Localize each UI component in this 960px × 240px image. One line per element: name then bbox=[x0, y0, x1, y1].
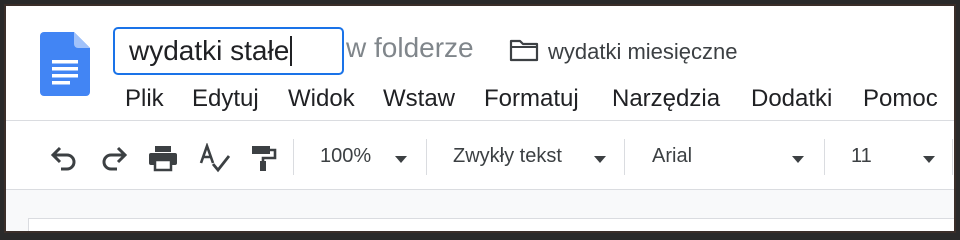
folder-name-link[interactable]: wydatki miesięczne bbox=[548, 39, 738, 65]
toolbar: 100% Zwykły tekst Arial 11 bbox=[6, 121, 954, 189]
menu-view[interactable]: Widok bbox=[288, 85, 355, 113]
redo-icon[interactable] bbox=[98, 143, 132, 173]
paint-format-icon[interactable] bbox=[246, 143, 280, 173]
paragraph-style-select[interactable]: Zwykły tekst bbox=[453, 145, 562, 168]
menu-insert[interactable]: Wstaw bbox=[383, 85, 455, 113]
font-size-select[interactable]: 11 bbox=[851, 145, 872, 168]
font-size-dropdown-icon[interactable] bbox=[923, 156, 935, 163]
app-window: wydatki stałe w folderze wydatki miesięc… bbox=[4, 4, 956, 233]
menu-help[interactable]: Pomoc bbox=[863, 85, 938, 113]
document-canvas bbox=[6, 190, 954, 231]
zoom-select[interactable]: 100% bbox=[320, 145, 371, 168]
folder-hint-label: w folderze bbox=[346, 32, 474, 63]
google-docs-icon[interactable] bbox=[40, 32, 90, 96]
toolbar-separator bbox=[426, 139, 427, 175]
toolbar-separator bbox=[293, 139, 294, 175]
toolbar-separator bbox=[624, 139, 625, 175]
menu-file[interactable]: Plik bbox=[125, 85, 164, 113]
document-title-input[interactable]: wydatki stałe bbox=[113, 27, 344, 75]
menu-format[interactable]: Formatuj bbox=[484, 85, 579, 113]
font-select[interactable]: Arial bbox=[652, 145, 692, 168]
style-dropdown-icon[interactable] bbox=[594, 156, 606, 163]
document-page[interactable] bbox=[28, 218, 954, 231]
folder-icon[interactable] bbox=[509, 38, 539, 62]
menu-addons[interactable]: Dodatki bbox=[751, 85, 832, 113]
font-dropdown-icon[interactable] bbox=[792, 156, 804, 163]
toolbar-separator bbox=[824, 139, 825, 175]
menu-tools[interactable]: Narzędzia bbox=[612, 85, 720, 113]
toolbar-separator bbox=[952, 139, 953, 175]
undo-icon[interactable] bbox=[46, 143, 80, 173]
text-cursor bbox=[290, 36, 293, 66]
spellcheck-icon[interactable] bbox=[198, 143, 232, 173]
print-icon[interactable] bbox=[146, 143, 180, 173]
zoom-dropdown-icon[interactable] bbox=[395, 156, 407, 163]
menu-edit[interactable]: Edytuj bbox=[192, 85, 259, 113]
document-title-text: wydatki stałe bbox=[129, 35, 290, 66]
